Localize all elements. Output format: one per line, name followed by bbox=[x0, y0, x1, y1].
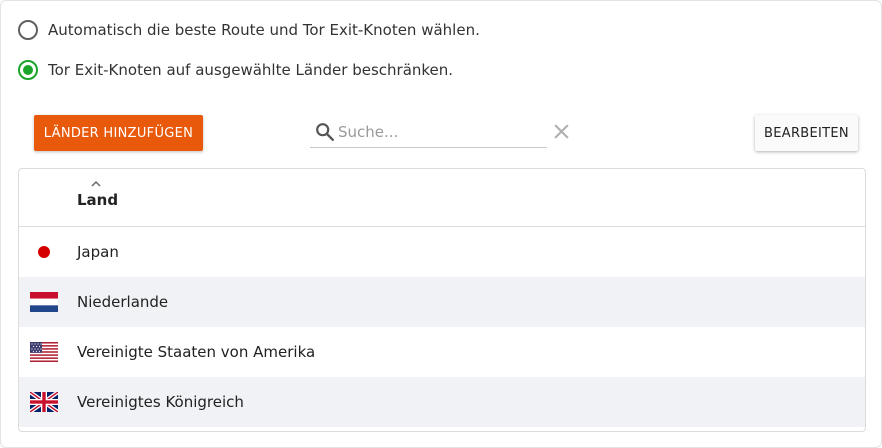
radio-auto[interactable] bbox=[18, 20, 38, 40]
countries-table: Land Japan Niederlande Vereinigte Staate… bbox=[18, 168, 866, 432]
table-header: Land bbox=[19, 169, 865, 227]
radio-restrict[interactable] bbox=[18, 60, 38, 80]
flag-netherlands-icon bbox=[30, 292, 58, 312]
radio-auto-label: Automatisch die beste Route und Tor Exit… bbox=[48, 21, 480, 39]
country-name: Vereinigtes Königreich bbox=[77, 393, 244, 411]
table-row[interactable]: Vereinigtes Königreich bbox=[19, 377, 865, 427]
table-row[interactable]: Niederlande bbox=[19, 277, 865, 327]
add-countries-button[interactable]: LÄNDER HINZUFÜGEN bbox=[34, 115, 203, 151]
search-box bbox=[310, 117, 547, 148]
column-header-land[interactable]: Land bbox=[77, 191, 118, 209]
radio-option-restrict[interactable]: Tor Exit-Knoten auf ausgewählte Länder b… bbox=[18, 59, 453, 81]
search-icon bbox=[316, 123, 334, 141]
flag-uk-icon bbox=[30, 392, 58, 412]
search-input[interactable] bbox=[338, 123, 538, 141]
edit-button[interactable]: BEARBEITEN bbox=[755, 115, 858, 151]
country-name: Japan bbox=[77, 243, 119, 261]
exit-node-settings-panel: Automatisch die beste Route und Tor Exit… bbox=[0, 0, 882, 448]
radio-restrict-label: Tor Exit-Knoten auf ausgewählte Länder b… bbox=[48, 61, 454, 79]
clear-search-icon[interactable] bbox=[553, 123, 570, 140]
flag-japan-icon bbox=[38, 246, 50, 258]
country-name: Niederlande bbox=[77, 293, 169, 311]
country-name: Vereinigte Staaten von Amerika bbox=[77, 343, 316, 361]
sort-ascending-icon[interactable] bbox=[90, 180, 102, 188]
radio-option-auto[interactable]: Automatisch die beste Route und Tor Exit… bbox=[18, 19, 480, 41]
table-row[interactable]: Vereinigte Staaten von Amerika bbox=[19, 327, 865, 377]
table-row[interactable]: Japan bbox=[19, 227, 865, 277]
flag-usa-icon bbox=[30, 342, 58, 362]
